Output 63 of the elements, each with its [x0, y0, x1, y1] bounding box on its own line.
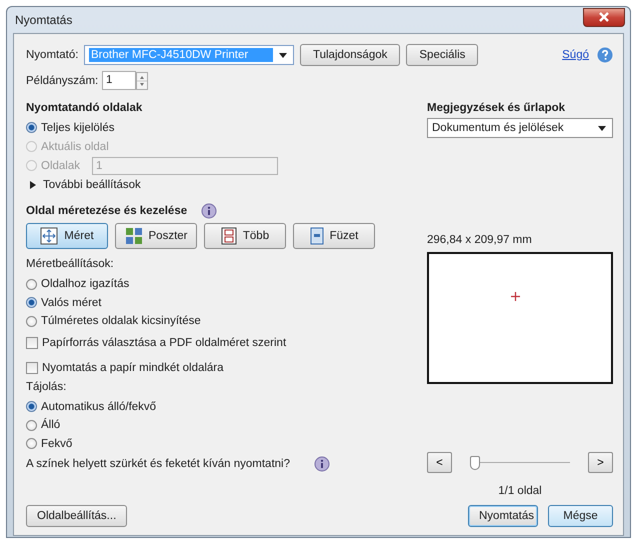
info-icon	[314, 456, 330, 472]
checkbox[interactable]	[26, 362, 38, 374]
radio-button[interactable]	[26, 297, 37, 308]
checkbox-label: Papírforrás választása a PDF oldalméret szerint	[42, 337, 286, 349]
cancel-button[interactable]: Mégse	[548, 505, 613, 527]
option-label: Túlméretes oldalak kicsinyítése	[41, 315, 201, 328]
next-page-button[interactable]: >	[588, 452, 613, 473]
tiles-icon	[124, 227, 142, 245]
help-link[interactable]: Súgó	[562, 49, 589, 61]
radio-button[interactable]	[26, 438, 37, 450]
window-title: Nyomtatás	[15, 13, 72, 27]
printer-button[interactable]: Tulajdonságok	[300, 44, 400, 66]
option-label: Oldalak	[41, 160, 80, 172]
mode-button[interactable]: Füzet	[293, 223, 375, 249]
option-label: Fekvő	[41, 438, 72, 450]
orientation-label: Tájolás:	[26, 380, 68, 394]
option-label: Teljes kijelölés	[41, 122, 115, 134]
resize-icon	[40, 227, 58, 245]
printer-button[interactable]: Speciális	[406, 44, 478, 66]
close-button[interactable]	[583, 8, 625, 26]
close-icon	[598, 12, 610, 22]
slider-thumb[interactable]	[470, 456, 480, 470]
printer-value: Brother MFC-J4510DW Printer	[89, 48, 273, 62]
booklet-icon	[310, 227, 324, 245]
printer-label: Nyomtató:	[26, 49, 78, 61]
comments-dropdown[interactable]: Dokumentum és jelölések	[427, 118, 613, 138]
more-options-toggle[interactable]: További beállítások	[43, 179, 141, 191]
mode-button[interactable]: Poszter	[115, 223, 197, 249]
info-icon	[201, 203, 218, 219]
dropdown-arrow-icon	[598, 126, 606, 130]
option-label: Valós méret	[41, 296, 102, 309]
previous-page-button[interactable]: <	[427, 452, 452, 473]
option-label: Automatikus álló/fekvő	[41, 400, 156, 413]
section-heading: Nyomtatandó oldalak	[26, 102, 144, 114]
checkbox[interactable]	[26, 337, 38, 349]
checkbox-label: Nyomtatás a papír mindkét oldalára	[42, 362, 224, 374]
page-counter: 1/1 oldal	[497, 485, 543, 497]
copies-field[interactable]: 1	[102, 71, 136, 90]
section-heading: Megjegyzések és űrlapok	[427, 102, 566, 114]
radio-button[interactable]	[26, 420, 37, 431]
option-label: Aktuális oldal	[41, 140, 109, 152]
dropdown-arrow-icon	[279, 52, 287, 58]
pages-icon	[220, 227, 237, 245]
radio-button[interactable]	[26, 316, 37, 327]
radio-button[interactable]	[26, 278, 37, 290]
option-label: Oldalhoz igazítás	[41, 278, 130, 290]
mode-button[interactable]: Méret	[26, 223, 108, 249]
copies-label: Példányszám:	[26, 74, 96, 86]
print-button[interactable]: Nyomtatás	[468, 505, 538, 527]
mode-button[interactable]: Több	[204, 223, 286, 249]
help-icon	[597, 47, 613, 63]
page-setup-button[interactable]: Oldalbeállítás...	[26, 505, 128, 527]
sizing-label: Méretbeállítások:	[26, 258, 115, 272]
option-label: Álló	[41, 419, 60, 432]
radio-button[interactable]	[26, 122, 37, 133]
copies-spinner[interactable]	[136, 72, 148, 90]
section-heading: Oldal méretezése és kezelése	[26, 205, 188, 217]
radio-button[interactable]	[26, 401, 37, 412]
dropdown-value: Dokumentum és jelölések	[432, 122, 565, 134]
expand-triangle-icon	[30, 181, 36, 189]
page-dimensions: 296,84 x 209,97 mm	[427, 234, 533, 246]
grayscale-question: A színek helyett szürkét és feketét kíván nyomtatni?	[26, 458, 290, 470]
crosshair-icon	[510, 292, 520, 301]
